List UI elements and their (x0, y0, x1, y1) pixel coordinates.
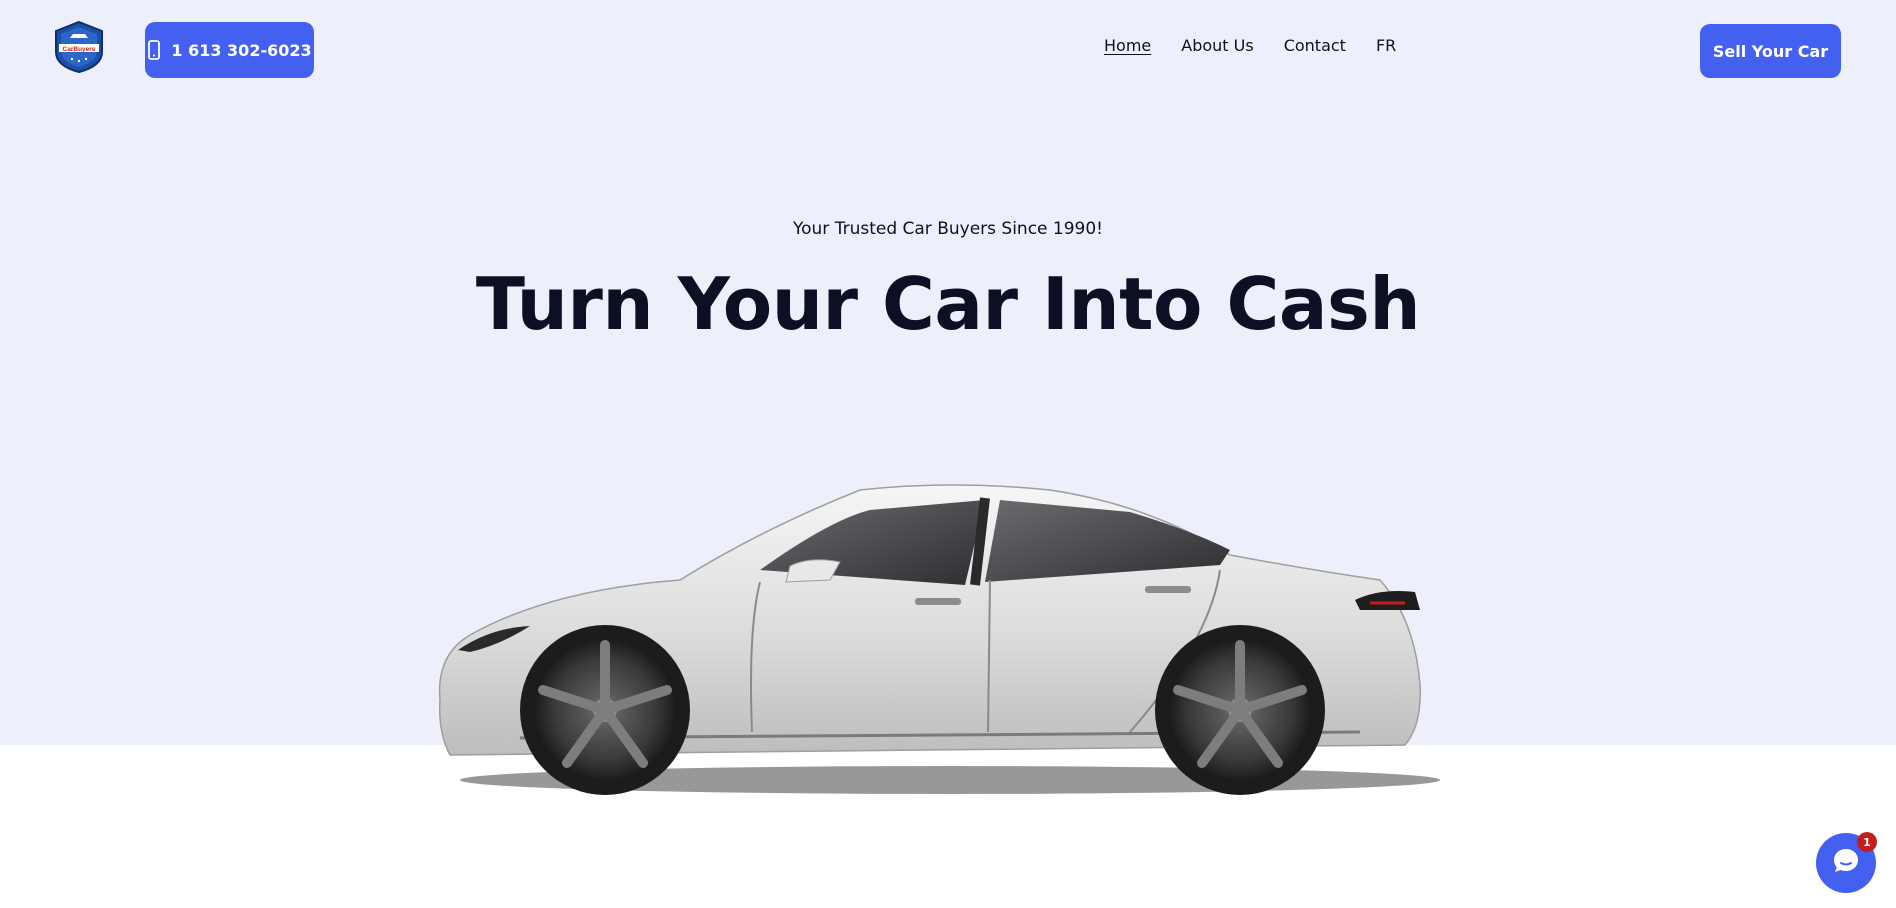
logo-text: CarBuyers (63, 46, 96, 53)
shield-logo-icon: CarBuyers (55, 20, 103, 74)
main-nav: Home About Us Contact FR (1104, 36, 1396, 55)
nav-language-fr[interactable]: FR (1376, 36, 1396, 55)
hero-tagline: Your Trusted Car Buyers Since 1990! (793, 219, 1103, 239)
nav-about-us[interactable]: About Us (1181, 36, 1253, 55)
phone-button[interactable]: 1 613 302-6023 (145, 22, 314, 78)
hero-headline: Turn Your Car Into Cash (475, 262, 1421, 346)
chat-bubble-icon (1830, 845, 1862, 881)
phone-number-label: 1 613 302-6023 (171, 40, 312, 60)
phone-icon (147, 40, 161, 60)
logo[interactable]: CarBuyers (52, 20, 106, 74)
nav-contact[interactable]: Contact (1284, 36, 1346, 55)
chat-notification-badge: 1 (1857, 832, 1877, 852)
nav-home[interactable]: Home (1104, 36, 1151, 55)
sell-your-car-button[interactable]: Sell Your Car (1700, 24, 1841, 78)
car-image (430, 470, 1450, 800)
